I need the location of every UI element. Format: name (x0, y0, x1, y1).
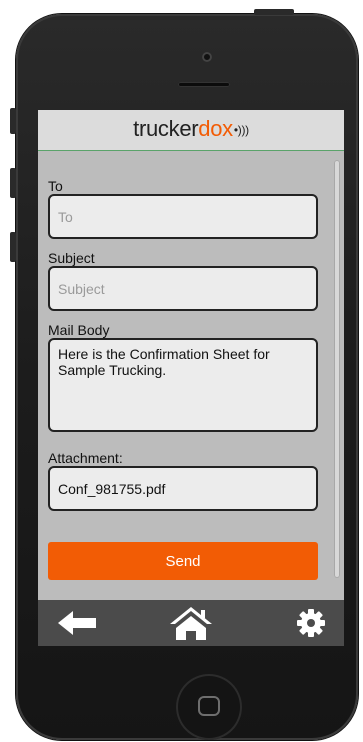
bottom-nav-bar (38, 600, 344, 646)
subject-label: Subject (48, 250, 95, 266)
back-arrow-icon (58, 611, 96, 635)
scrollbar[interactable] (334, 160, 340, 578)
logo-accent-text: dox (198, 116, 233, 141)
send-button[interactable]: Send (48, 542, 318, 580)
attachment-label: Attachment: (48, 450, 123, 466)
logo-text: trucker (133, 116, 199, 141)
app-screen: truckerdox•))) To Subject Mail Body Here… (38, 110, 344, 646)
volume-down-button (10, 232, 16, 262)
subject-input[interactable] (48, 266, 318, 311)
device-home-button[interactable] (176, 674, 242, 740)
mail-body-label: Mail Body (48, 322, 110, 338)
front-camera (202, 52, 212, 62)
to-label: To (48, 178, 63, 194)
gear-icon (297, 609, 325, 637)
volume-up-button (10, 168, 16, 198)
home-icon (170, 607, 212, 640)
home-button[interactable] (151, 600, 231, 646)
email-form: To Subject Mail Body Here is the Confirm… (48, 172, 320, 511)
signal-waves-icon: •))) (233, 123, 249, 138)
attachment-input[interactable] (48, 466, 318, 511)
back-button[interactable] (38, 600, 118, 646)
truckerdox-logo: truckerdox•))) (38, 116, 344, 142)
mail-body-textarea[interactable]: Here is the Confirmation Sheet for Sampl… (48, 338, 318, 432)
home-square-icon (198, 696, 220, 716)
settings-button[interactable] (278, 600, 344, 646)
silent-switch (10, 108, 16, 134)
to-input[interactable] (48, 194, 318, 239)
earpiece-speaker (178, 82, 230, 87)
power-button (254, 9, 294, 15)
app-header: truckerdox•))) (38, 110, 344, 151)
